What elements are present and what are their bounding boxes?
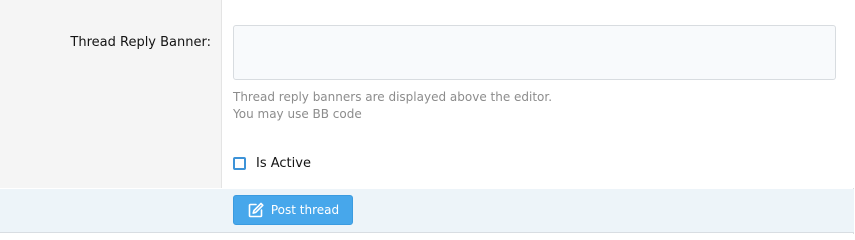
submit-row: Post thread	[0, 189, 854, 233]
is-active-option[interactable]: Is Active	[233, 155, 311, 171]
edit-icon	[247, 201, 265, 219]
banner-hint-line-1: Thread reply banners are displayed above…	[233, 90, 553, 104]
thread-reply-banner-input[interactable]	[233, 25, 836, 80]
is-active-checkbox[interactable]	[233, 156, 246, 170]
post-thread-label: Post thread	[270, 203, 340, 217]
label-column: Thread Reply Banner:	[0, 0, 222, 188]
is-active-label: Is Active	[256, 155, 311, 171]
thread-reply-banner-label: Thread Reply Banner:	[70, 35, 211, 50]
post-thread-button[interactable]: Post thread	[233, 195, 353, 225]
thread-reply-banner-row: Thread Reply Banner: Thread reply banner…	[0, 0, 854, 188]
banner-hint-line-2: You may use BB code	[233, 107, 362, 121]
thread-reply-banner-form: Thread Reply Banner: Thread reply banner…	[0, 0, 854, 234]
input-column: Thread reply banners are displayed above…	[222, 0, 854, 188]
